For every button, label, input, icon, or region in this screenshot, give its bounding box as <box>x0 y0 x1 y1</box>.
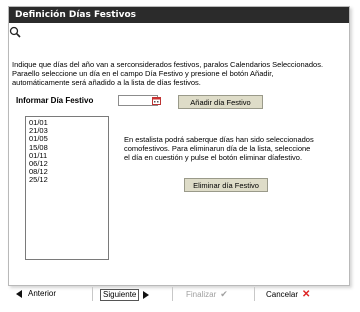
holiday-list[interactable]: 01/01 21/03 01/05 15/08 01/11 06/12 08/12 25/12 <box>25 116 109 260</box>
triangle-right-icon <box>143 291 150 299</box>
footer-divider <box>254 287 255 301</box>
intro-text: Indique que días del año van a serconsid… <box>12 60 324 87</box>
inform-date-label: Informar Día Festivo <box>16 96 94 105</box>
next-label: Siguiente <box>100 289 140 301</box>
magnifier-icon[interactable] <box>9 26 21 38</box>
finish-label: Finalizar <box>186 290 217 299</box>
finish-button: Finalizar ✔ <box>186 289 228 300</box>
help-text: En estalista podrá saberque días han sid… <box>124 135 314 162</box>
previous-label: Anterior <box>28 289 57 298</box>
previous-button[interactable]: Anterior <box>16 289 56 298</box>
add-holiday-button[interactable]: Añadir día Festivo <box>178 95 263 109</box>
x-icon: ✕ <box>302 289 311 300</box>
cancel-button[interactable]: Cancelar ✕ <box>266 289 310 300</box>
next-button[interactable]: Siguiente <box>100 289 150 301</box>
footer-divider <box>92 287 93 301</box>
window-title: Definición Días Festivos <box>15 10 137 20</box>
check-icon: ✔ <box>220 289 228 299</box>
wizard-footer: Anterior Siguiente Finalizar ✔ Cancelar … <box>0 286 360 304</box>
triangle-left-icon <box>16 289 22 298</box>
title-bar: Definición Días Festivos <box>9 7 349 23</box>
footer-divider <box>172 287 173 301</box>
calendar-icon[interactable] <box>152 96 161 105</box>
delete-holiday-button[interactable]: Eliminar día Festivo <box>184 178 268 192</box>
cancel-label: Cancelar <box>266 290 299 299</box>
list-item[interactable]: 25/12 <box>29 176 105 184</box>
